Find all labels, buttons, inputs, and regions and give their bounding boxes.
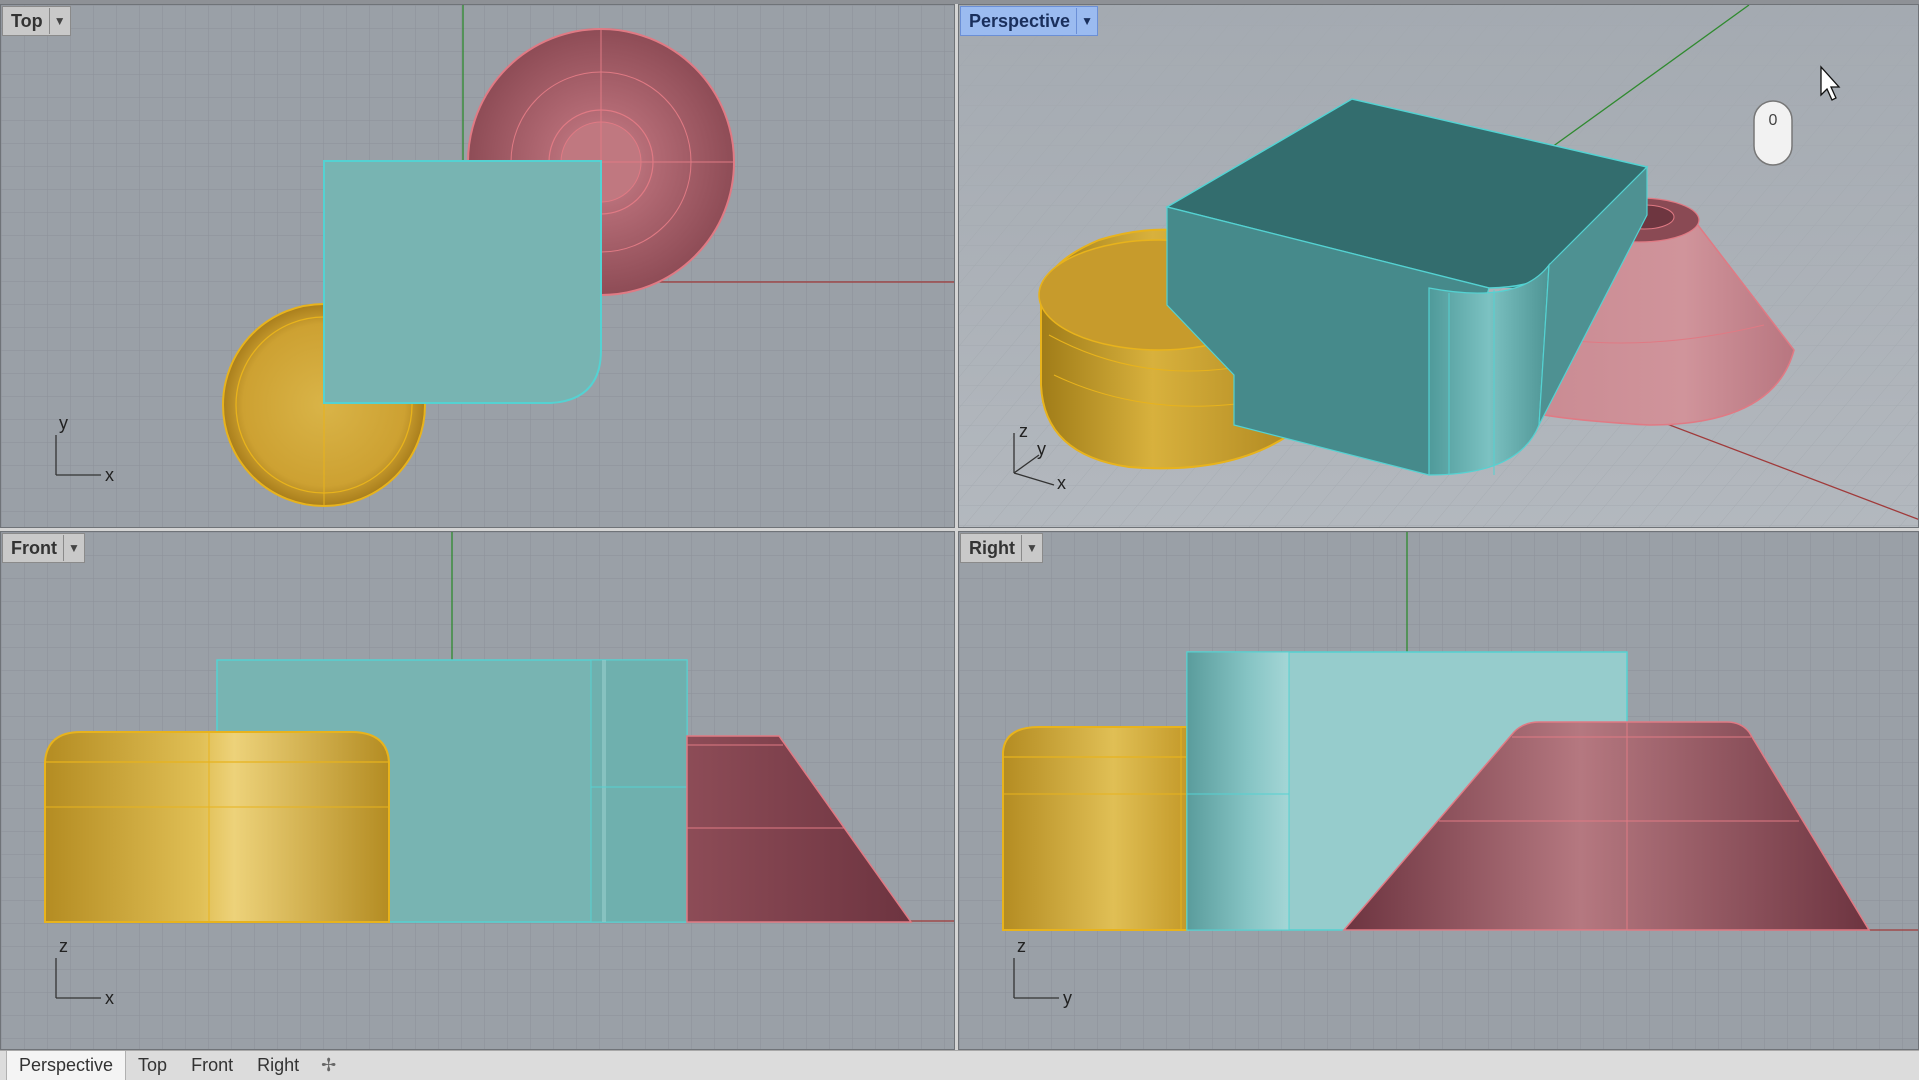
top-scene: y x: [1, 5, 954, 527]
front-scene: z x: [1, 532, 954, 1049]
perspective-scene: 0 z y x: [959, 5, 1918, 527]
viewport-tab-bar: Perspective Top Front Right ✢: [0, 1050, 1919, 1080]
axis-x-label: x: [1057, 473, 1066, 493]
viewport-right[interactable]: Right ▼ z y: [958, 531, 1919, 1050]
gold-cylinder-front[interactable]: [44, 731, 390, 923]
viewport-right-label: Right: [969, 537, 1015, 558]
bottom-tab-perspective[interactable]: Perspective: [6, 1051, 127, 1080]
viewport-tab-perspective[interactable]: Perspective ▼: [960, 6, 1099, 36]
triangle-down-icon[interactable]: ▼: [1020, 535, 1042, 561]
axis-z-label: z: [1017, 936, 1026, 956]
axis-x-label: x: [105, 465, 114, 485]
viewport-tab-right[interactable]: Right ▼: [960, 533, 1043, 563]
bottom-tab-front[interactable]: Front: [179, 1051, 245, 1080]
viewport-perspective[interactable]: Perspective ▼ 0 z y x: [958, 4, 1919, 528]
axis-z-label: z: [1019, 421, 1028, 441]
triangle-down-icon[interactable]: ▼: [62, 535, 84, 561]
bottom-tab-top[interactable]: Top: [126, 1051, 179, 1080]
teal-box-top[interactable]: [323, 160, 602, 404]
bottom-tab-right[interactable]: Right: [245, 1051, 311, 1080]
viewport-top[interactable]: Top ▼ y x: [0, 4, 955, 528]
axis-y-label: y: [1063, 988, 1072, 1008]
viewport-tab-front[interactable]: Front ▼: [2, 533, 85, 563]
viewport-tab-top[interactable]: Top ▼: [2, 6, 71, 36]
mouse-badge: 0: [1753, 100, 1793, 166]
mouse-badge-text: 0: [1769, 112, 1778, 129]
axis-z-label: z: [59, 936, 68, 956]
axis-y-label: y: [59, 413, 68, 433]
axis-y-label: y: [1037, 439, 1046, 459]
gold-cylinder-right[interactable]: [1002, 726, 1188, 931]
viewport-perspective-label: Perspective: [969, 10, 1071, 31]
viewport-front[interactable]: Front ▼ z x: [0, 531, 955, 1050]
triangle-down-icon[interactable]: ▼: [48, 8, 70, 34]
right-scene: z y: [959, 532, 1918, 1049]
viewport-front-label: Front: [11, 537, 57, 558]
axis-x-label: x: [105, 988, 114, 1008]
viewport-top-label: Top: [11, 10, 43, 31]
plus-icon[interactable]: ✢: [311, 1051, 346, 1080]
triangle-down-icon[interactable]: ▼: [1076, 8, 1097, 34]
